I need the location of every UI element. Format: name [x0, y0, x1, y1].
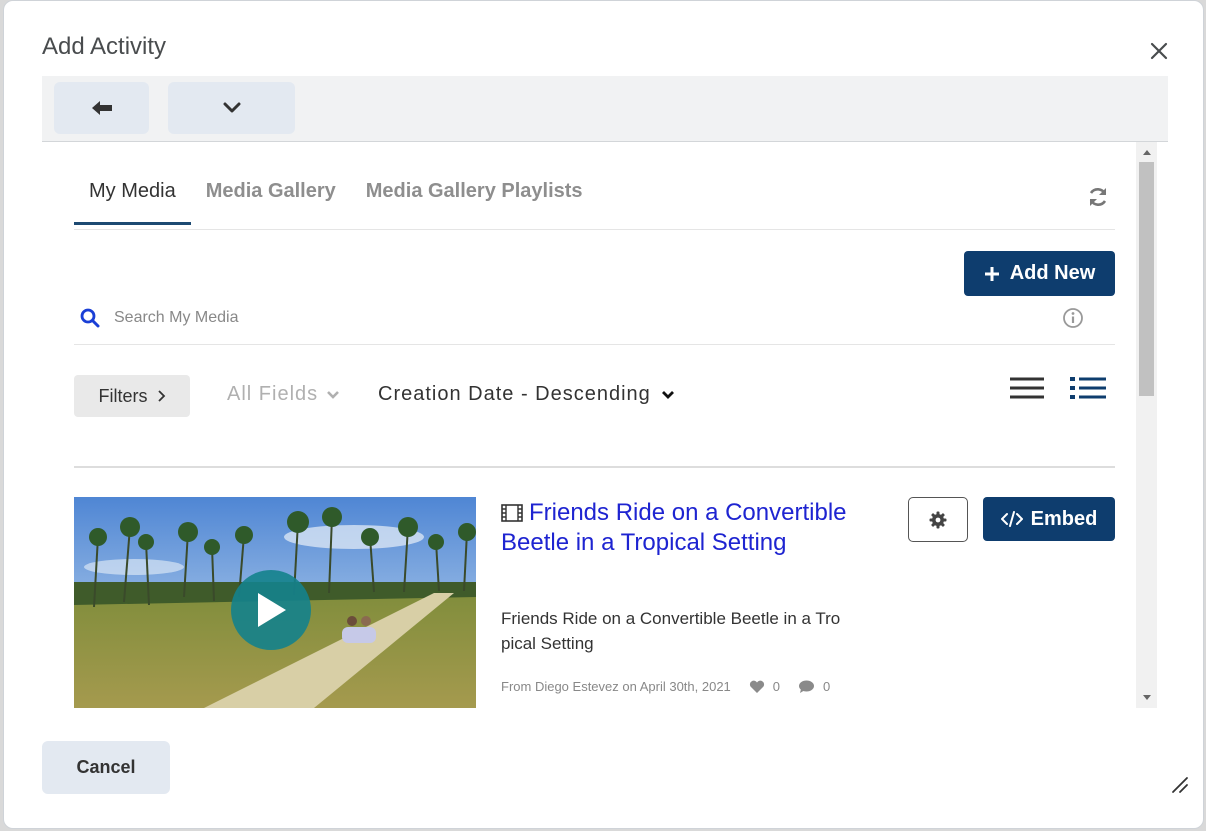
- dialog-title: Add Activity: [42, 33, 167, 60]
- gear-icon: [929, 511, 947, 528]
- entry-meta: From Diego Estevez on April 30th, 2021 0…: [501, 679, 830, 694]
- search-icon[interactable]: [80, 308, 100, 328]
- plus-icon: [984, 266, 999, 281]
- back-button[interactable]: [54, 82, 149, 134]
- filters-button[interactable]: Filters: [74, 375, 190, 417]
- add-new-label: Add New: [1009, 262, 1096, 284]
- entry-settings-button[interactable]: [908, 497, 968, 542]
- dialog-toolbar: [42, 76, 1168, 142]
- refresh-icon[interactable]: [1087, 186, 1109, 208]
- search-input[interactable]: [114, 304, 1014, 332]
- tab-my-media[interactable]: My Media: [74, 170, 191, 225]
- close-button[interactable]: [1145, 37, 1173, 65]
- entry-title-link[interactable]: Friends Ride on a Convertible Beetle in …: [501, 498, 861, 558]
- likes-count: 0: [749, 679, 780, 694]
- detailed-view-icon[interactable]: [1069, 375, 1107, 401]
- sort-dropdown[interactable]: Creation Date - Descending: [378, 383, 675, 406]
- info-icon[interactable]: [1062, 307, 1084, 329]
- scrollbar-thumb[interactable]: [1139, 162, 1154, 396]
- chevron-right-icon: [157, 390, 165, 402]
- list-view-icon[interactable]: [1009, 375, 1045, 401]
- cancel-button[interactable]: Cancel: [42, 741, 170, 794]
- chevron-down-icon: [327, 390, 340, 399]
- scrollbar[interactable]: [1136, 142, 1157, 708]
- media-browser-frame: My Media Media Gallery Media Gallery Pla…: [42, 142, 1157, 708]
- comment-icon: [799, 680, 815, 693]
- comments-value: 0: [823, 679, 831, 694]
- tabs-divider: [74, 229, 1115, 230]
- search-fields-value: All Fields: [227, 383, 319, 405]
- tab-media-gallery-playlists[interactable]: Media Gallery Playlists: [351, 170, 598, 224]
- code-icon: [1000, 511, 1023, 527]
- filters-label: Filters: [98, 385, 148, 406]
- resize-handle-icon[interactable]: [1171, 776, 1189, 794]
- search-fields-dropdown[interactable]: All Fields: [227, 383, 340, 406]
- play-button[interactable]: [231, 570, 311, 650]
- toolbar-dropdown-button[interactable]: [168, 82, 295, 134]
- video-film-icon: [501, 504, 523, 522]
- media-tabs: My Media Media Gallery Media Gallery Pla…: [74, 170, 598, 230]
- entry-description: Friends Ride on a Convertible Beetle in …: [501, 609, 841, 653]
- chevron-down-icon: [661, 390, 674, 399]
- embed-label: Embed: [1030, 507, 1098, 530]
- entry-thumbnail[interactable]: [74, 497, 476, 708]
- arrow-left-icon: [91, 101, 112, 115]
- chevron-down-icon: [223, 102, 240, 113]
- list-divider: [74, 466, 1115, 468]
- add-activity-dialog: Add Activity My Media Media Gallery Medi…: [3, 0, 1204, 829]
- entry-title: Friends Ride on a Convertible Beetle in …: [501, 499, 847, 556]
- tab-media-gallery[interactable]: Media Gallery: [191, 170, 351, 224]
- sort-value: Creation Date - Descending: [378, 383, 651, 405]
- scroll-down-button[interactable]: [1136, 689, 1157, 706]
- add-new-button[interactable]: Add New: [964, 251, 1115, 296]
- caret-down-icon: [1142, 695, 1151, 700]
- likes-value: 0: [772, 679, 781, 694]
- heart-icon: [749, 680, 764, 693]
- close-icon: [1150, 42, 1168, 60]
- play-icon: [258, 593, 286, 627]
- entry-author-date: From Diego Estevez on April 30th, 2021: [501, 679, 731, 694]
- search-bar: [74, 300, 1115, 345]
- comments-count: 0: [798, 679, 830, 694]
- scroll-up-button[interactable]: [1136, 144, 1157, 161]
- caret-up-icon: [1142, 150, 1151, 155]
- embed-button[interactable]: Embed: [983, 497, 1115, 541]
